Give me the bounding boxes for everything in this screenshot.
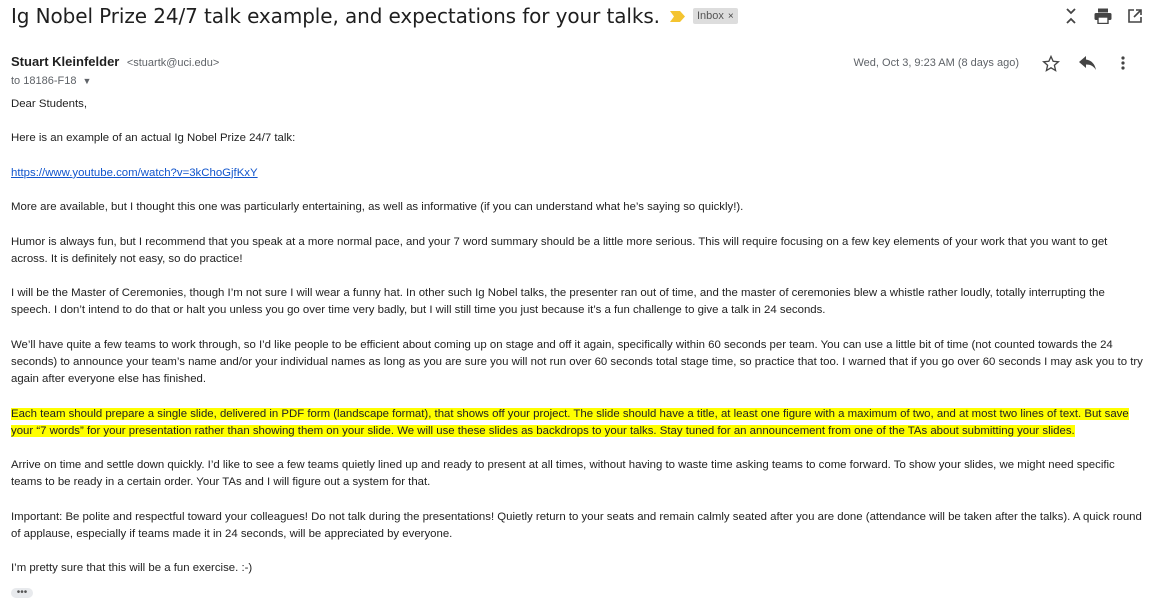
inbox-label: Inbox [696, 10, 724, 22]
recipients-line: to 18186-F18 ▼ [11, 75, 1141, 87]
message-actions: Wed, Oct 3, 9:23 AM (8 days ago) [854, 53, 1142, 73]
open-new-window-icon[interactable] [1119, 5, 1151, 27]
body-paragraph-7: Arrive on time and settle down quickly. … [11, 459, 1115, 489]
importance-marker-icon[interactable] [669, 10, 685, 22]
collapse-icon[interactable] [1055, 5, 1087, 27]
body-paragraph-3: Humor is always fun, but I recommend tha… [11, 235, 1108, 265]
body-paragraph-2: More are available, but I thought this o… [11, 201, 744, 214]
body-paragraph-5: We’ll have quite a few teams to work thr… [11, 338, 1143, 386]
email-date: Wed, Oct 3, 9:23 AM (8 days ago) [853, 57, 1020, 69]
email-subject: Ig Nobel Prize 24/7 talk example, and ex… [11, 4, 660, 28]
sender-email: <stuartk@uci.edu> [126, 57, 220, 69]
more-vert-icon[interactable] [1105, 53, 1141, 73]
chevron-down-icon[interactable]: ▼ [82, 76, 91, 86]
print-icon[interactable] [1087, 5, 1119, 27]
body-paragraph-8: Important: Be polite and respectful towa… [11, 510, 1142, 540]
closing-line: I’m pretty sure that this will be a fun … [11, 562, 253, 575]
recipients: to 18186-F18 [11, 75, 77, 87]
body-paragraph-4: I will be the Master of Ceremonies, thou… [11, 287, 1105, 317]
show-trimmed-content-button[interactable]: ••• [11, 588, 33, 598]
email-view: Ig Nobel Prize 24/7 talk example, and ex… [0, 0, 1151, 600]
subject-row: Ig Nobel Prize 24/7 talk example, and ex… [11, 2, 738, 30]
email-body: Dear Students, Here is an example of an … [11, 96, 1146, 595]
highlighted-text: Each team should prepare a single slide,… [11, 407, 1129, 437]
star-icon[interactable] [1033, 53, 1069, 73]
reply-icon[interactable] [1069, 53, 1105, 73]
greeting: Dear Students, [11, 98, 87, 110]
highlighted-paragraph: Each team should prepare a single slide,… [11, 406, 1146, 440]
remove-label-icon[interactable]: × [728, 11, 734, 22]
inbox-label-chip: Inbox × [692, 8, 738, 24]
video-link-paragraph: https://www.youtube.com/watch?v=3kChoGjf… [11, 165, 1146, 182]
body-paragraph-1: Here is an example of an actual Ig Nobel… [11, 132, 296, 145]
sender-name[interactable]: Stuart Kleinfelder [11, 54, 119, 69]
video-link[interactable]: https://www.youtube.com/watch?v=3kChoGjf… [11, 167, 258, 179]
sender-row: Stuart Kleinfelder <stuartk@uci.edu> to … [11, 53, 1141, 87]
top-toolbar [1055, 5, 1151, 27]
